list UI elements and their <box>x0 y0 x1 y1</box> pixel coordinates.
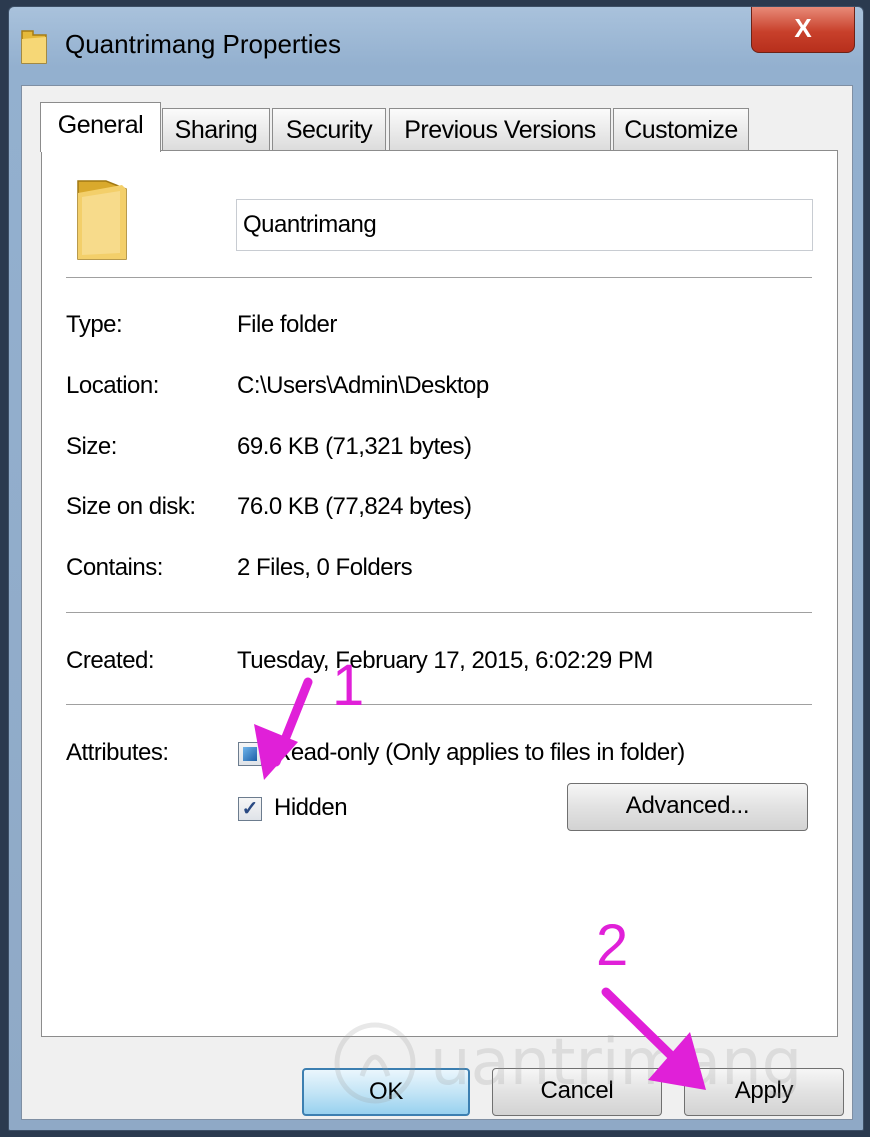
annotation-arrows <box>254 677 706 1090</box>
tab-general[interactable]: General <box>40 102 161 152</box>
